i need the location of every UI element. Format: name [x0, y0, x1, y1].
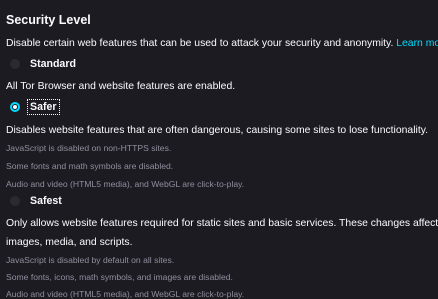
safest-summary-line-1: Only allows website features required fo…: [6, 218, 438, 229]
safer-summary: Disables website features that are often…: [6, 125, 429, 136]
safer-detail-2: Some fonts and math symbols are disabled…: [6, 161, 174, 171]
safer-detail-1: JavaScript is disabled on non-HTTPS site…: [6, 143, 172, 153]
safest-detail-3: Audio and video (HTML5 media), and WebGL…: [6, 289, 245, 299]
learn-more-link[interactable]: Learn more: [396, 38, 438, 49]
standard-radio-button[interactable]: [10, 59, 20, 69]
section-description-text: Disable certain web features that can be…: [6, 38, 394, 49]
section-title: Security Level: [6, 13, 91, 27]
safest-detail-2: Some fonts, icons, math symbols, and ima…: [6, 272, 233, 282]
standard-label[interactable]: Standard: [29, 58, 77, 70]
radio-option-standard[interactable]: Standard: [6, 56, 77, 72]
safest-summary-line-2: images, media, and scripts.: [6, 237, 133, 248]
safer-label[interactable]: Safer: [27, 99, 60, 115]
security-level-panel: Security Level Disable certain web featu…: [0, 0, 438, 299]
section-description: Disable certain web features that can be…: [6, 38, 438, 49]
safer-detail-3: Audio and video (HTML5 media), and WebGL…: [6, 179, 245, 189]
safer-radio-button[interactable]: [10, 102, 20, 112]
standard-summary: All Tor Browser and website features are…: [6, 81, 236, 92]
radio-option-safer[interactable]: Safer: [6, 99, 60, 115]
safest-detail-1: JavaScript is disabled by default on all…: [6, 255, 175, 265]
safest-label[interactable]: Safest: [29, 195, 63, 207]
safest-radio-button[interactable]: [10, 196, 20, 206]
radio-option-safest[interactable]: Safest: [6, 193, 63, 209]
